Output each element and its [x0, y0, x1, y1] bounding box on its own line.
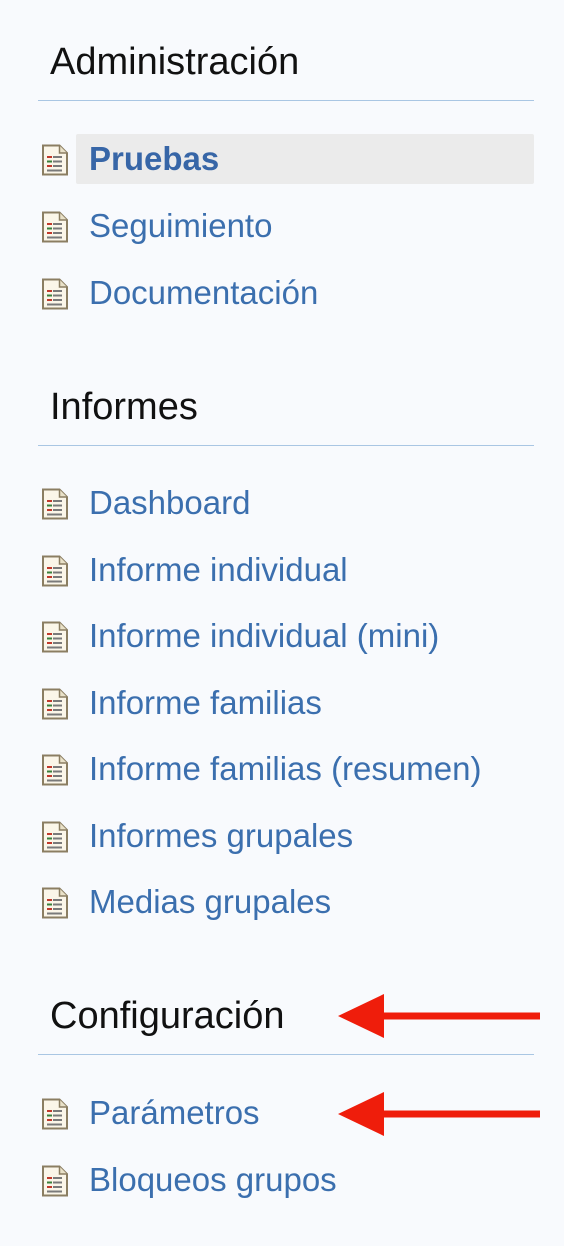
annotation-arrow-configuracion: [338, 994, 540, 1038]
nav-item-documentacion[interactable]: Documentación: [36, 268, 534, 318]
document-icon: [40, 211, 70, 243]
nav-item-informe-individual[interactable]: Informe individual: [36, 545, 534, 595]
nav-item-dashboard[interactable]: Dashboard: [36, 478, 534, 528]
nav-link-informe-individual[interactable]: Informe individual: [89, 545, 348, 595]
section-divider: [38, 445, 534, 446]
section-title-configuracion: Configuración: [50, 995, 285, 1037]
nav-item-informe-individual-mini[interactable]: Informe individual (mini): [36, 611, 534, 661]
nav-item-bloqueos-grupos[interactable]: Bloqueos grupos: [36, 1155, 534, 1205]
section-title-administracion: Administración: [50, 41, 300, 83]
nav-item-informes-grupales[interactable]: Informes grupales: [36, 811, 534, 861]
nav-item-informe-familias[interactable]: Informe familias: [36, 678, 534, 728]
document-icon: [40, 144, 70, 176]
nav-item-box: Dashboard: [76, 478, 534, 528]
section-title-informes: Informes: [50, 386, 198, 428]
nav-item-pruebas[interactable]: Pruebas: [36, 134, 534, 184]
nav-item-highlight: Pruebas: [76, 134, 534, 184]
nav-link-documentacion[interactable]: Documentación: [89, 268, 318, 318]
section-divider: [38, 1054, 534, 1055]
nav-item-seguimiento[interactable]: Seguimiento: [36, 201, 534, 251]
nav-link-informes-grupales[interactable]: Informes grupales: [89, 811, 353, 861]
nav-item-box: Bloqueos grupos: [76, 1155, 534, 1205]
document-icon: [40, 754, 70, 786]
nav-link-informe-familias-resumen[interactable]: Informe familias (resumen): [89, 744, 481, 794]
document-icon: [40, 887, 70, 919]
nav-item-box: Informe familias (resumen): [76, 744, 534, 794]
nav-link-dashboard[interactable]: Dashboard: [89, 478, 250, 528]
document-icon: [40, 821, 70, 853]
section-divider: [38, 100, 534, 101]
annotation-arrow-parametros: [338, 1092, 540, 1136]
document-icon: [40, 488, 70, 520]
document-icon: [40, 688, 70, 720]
nav-item-box: Informes grupales: [76, 811, 534, 861]
nav-item-box: Medias grupales: [76, 877, 534, 927]
document-icon: [40, 1165, 70, 1197]
nav-item-box: Informe individual (mini): [76, 611, 534, 661]
nav-link-seguimiento[interactable]: Seguimiento: [89, 201, 272, 251]
document-icon: [40, 621, 70, 653]
nav-item-box: Informe individual: [76, 545, 534, 595]
document-icon: [40, 1098, 70, 1130]
document-icon: [40, 278, 70, 310]
nav-link-informe-individual-mini[interactable]: Informe individual (mini): [89, 611, 439, 661]
nav-link-bloqueos-grupos[interactable]: Bloqueos grupos: [89, 1155, 337, 1205]
nav-link-informe-familias[interactable]: Informe familias: [89, 678, 322, 728]
document-icon: [40, 555, 70, 587]
nav-link-pruebas[interactable]: Pruebas: [89, 134, 219, 184]
nav-item-box: Seguimiento: [76, 201, 534, 251]
nav-link-medias-grupales[interactable]: Medias grupales: [89, 877, 331, 927]
nav-item-box: Documentación: [76, 268, 534, 318]
nav-item-informe-familias-resumen[interactable]: Informe familias (resumen): [36, 744, 534, 794]
nav-link-parametros[interactable]: Parámetros: [89, 1088, 260, 1138]
nav-item-box: Informe familias: [76, 678, 534, 728]
nav-item-medias-grupales[interactable]: Medias grupales: [36, 877, 534, 927]
